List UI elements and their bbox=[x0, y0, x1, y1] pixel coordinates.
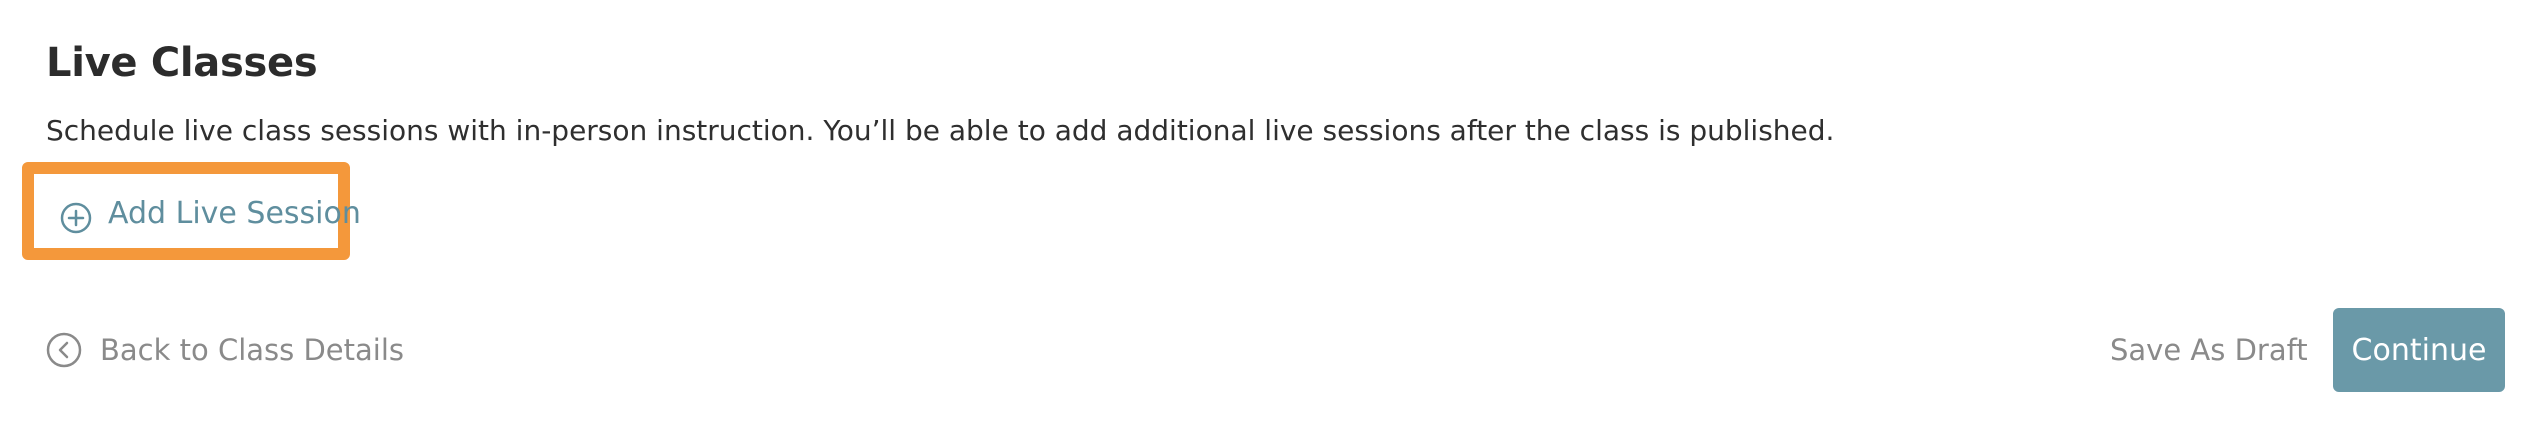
continue-button[interactable]: Continue bbox=[2333, 308, 2505, 392]
section-title: Live Classes bbox=[46, 40, 318, 86]
section-description: Schedule live class sessions with in-per… bbox=[46, 114, 1835, 147]
back-to-class-details-link[interactable]: Back to Class Details bbox=[46, 330, 404, 370]
add-live-session-label: Add Live Session bbox=[108, 196, 361, 231]
back-link-label: Back to Class Details bbox=[100, 333, 405, 367]
chevron-left-circle-icon bbox=[46, 332, 82, 368]
add-live-session-button[interactable]: Add Live Session bbox=[22, 162, 361, 260]
save-as-draft-button[interactable]: Save As Draft bbox=[2110, 333, 2308, 367]
live-classes-panel: Live Classes Schedule live class session… bbox=[0, 0, 2536, 434]
plus-circle-icon bbox=[60, 202, 92, 234]
